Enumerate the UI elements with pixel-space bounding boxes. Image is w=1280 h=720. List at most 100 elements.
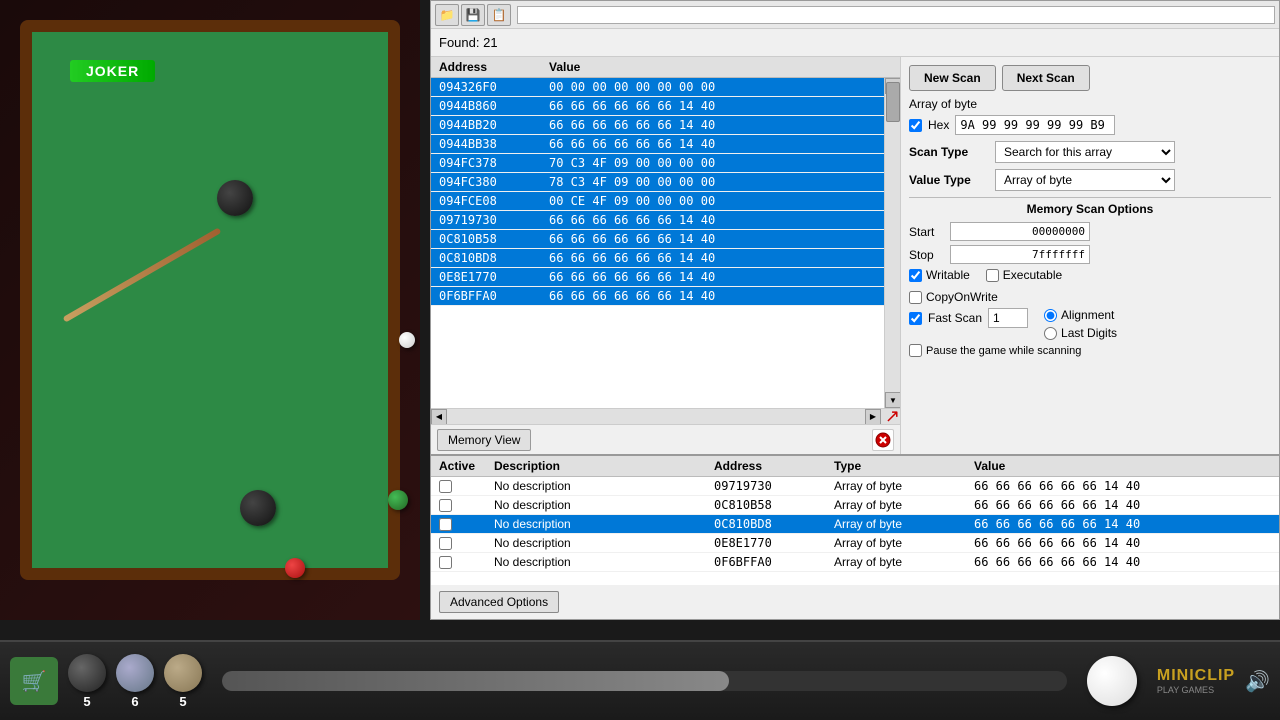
saved-active-cell[interactable]: [439, 518, 494, 531]
game-area: JOKER: [0, 0, 420, 620]
h-scroll-right-btn[interactable]: ▶: [865, 409, 881, 425]
saved-row[interactable]: No description 0E8E1770 Array of byte 66…: [431, 534, 1279, 553]
scan-val-cell: 66 66 66 66 66 66 14 40: [549, 232, 876, 246]
ball-count-2: 6: [131, 694, 138, 709]
saved-active-cell[interactable]: [439, 537, 494, 550]
h-scroll-left-btn[interactable]: ◀: [431, 409, 447, 425]
fast-scan-checkbox[interactable]: [909, 312, 922, 325]
saved-val-cell: 66 66 66 66 66 66 14 40: [974, 555, 1271, 569]
cue-ball-display: [1087, 656, 1137, 706]
saved-row[interactable]: No description 0C810B58 Array of byte 66…: [431, 496, 1279, 515]
saved-table-body[interactable]: No description 09719730 Array of byte 66…: [431, 477, 1279, 585]
found-count: 21: [483, 35, 497, 50]
saved-row[interactable]: No description 09719730 Array of byte 66…: [431, 477, 1279, 496]
ce-bottom: Active Description Address Type Value No…: [431, 454, 1279, 619]
pause-scan-label: Pause the game while scanning: [926, 345, 1081, 357]
taskbar-ball-1: 5: [68, 654, 106, 709]
scroll-thumb[interactable]: [886, 82, 900, 122]
fast-scan-input[interactable]: [988, 308, 1028, 328]
saved-row[interactable]: No description 0F6BFFA0 Array of byte 66…: [431, 553, 1279, 572]
saved-val-cell: 66 66 66 66 66 66 14 40: [974, 479, 1271, 493]
ball-green: [388, 490, 408, 510]
scan-options: New Scan Next Scan Array of byte Hex Sca…: [901, 57, 1279, 454]
saved-active-checkbox[interactable]: [439, 537, 452, 550]
pool-table: JOKER: [20, 20, 400, 580]
pool-table-inner: JOKER: [32, 32, 388, 568]
ce-toolbar: 📁 💾 📋: [431, 1, 1279, 29]
last-digits-radio[interactable]: [1044, 327, 1057, 340]
scan-addr-cell: 09719730: [439, 213, 549, 227]
ce-panel: 📁 💾 📋 Found: 21 Address Value 094326F000…: [430, 0, 1280, 620]
saved-addr-cell: 0F6BFFA0: [714, 555, 834, 569]
scan-row[interactable]: 094FC37870 C3 4F 09 00 00 00 00: [431, 154, 884, 173]
scan-type-select[interactable]: Search for this array: [995, 141, 1175, 163]
stop-scan-btn[interactable]: [872, 429, 894, 451]
ball-icon-1: [68, 654, 106, 692]
copyonwrite-checkbox[interactable]: [909, 291, 922, 304]
alignment-label: Alignment: [1061, 308, 1114, 322]
saved-active-checkbox[interactable]: [439, 518, 452, 531]
taskbar-cart-icon[interactable]: 🛒: [10, 657, 58, 705]
start-input[interactable]: [950, 222, 1090, 241]
toolbar-save-btn[interactable]: 💾: [461, 4, 485, 26]
value-type-label: Value Type: [909, 173, 989, 187]
found-bar: Found: 21: [431, 29, 1279, 57]
writable-checkbox[interactable]: [909, 269, 922, 282]
hex-row: Hex: [909, 115, 1271, 135]
scan-val-cell: 00 00 00 00 00 00 00 00: [549, 80, 876, 94]
scan-addr-cell: 0944B860: [439, 99, 549, 113]
scan-table-body[interactable]: 094326F000 00 00 00 00 00 00 000944B8606…: [431, 78, 884, 408]
scan-row[interactable]: 0F6BFFA066 66 66 66 66 66 14 40: [431, 287, 884, 306]
hex-input[interactable]: [955, 115, 1115, 135]
volume-icon[interactable]: 🔊: [1245, 669, 1270, 694]
new-scan-btn[interactable]: New Scan: [909, 65, 996, 91]
saved-active-cell[interactable]: [439, 499, 494, 512]
saved-active-cell[interactable]: [439, 480, 494, 493]
scan-row[interactable]: 0C810B5866 66 66 66 66 66 14 40: [431, 230, 884, 249]
alignment-radio[interactable]: [1044, 309, 1057, 322]
scan-row[interactable]: 0C810BD866 66 66 66 66 66 14 40: [431, 249, 884, 268]
saved-active-cell[interactable]: [439, 556, 494, 569]
value-type-select[interactable]: Array of byte: [995, 169, 1175, 191]
scan-row[interactable]: 094326F000 00 00 00 00 00 00 00: [431, 78, 884, 97]
scan-addr-cell: 0944BB38: [439, 137, 549, 151]
progress-bar: [222, 671, 729, 691]
saved-row[interactable]: No description 0C810BD8 Array of byte 66…: [431, 515, 1279, 534]
arrow-pointer-icon[interactable]: ↗: [885, 406, 900, 427]
saved-table-header: Active Description Address Type Value: [431, 456, 1279, 477]
ball-red: [285, 558, 305, 578]
scan-row[interactable]: 0944BB2066 66 66 66 66 66 14 40: [431, 116, 884, 135]
saved-active-checkbox[interactable]: [439, 499, 452, 512]
next-scan-btn[interactable]: Next Scan: [1002, 65, 1090, 91]
alignment-radio-row: Alignment: [1044, 308, 1117, 322]
scan-row[interactable]: 094FC38078 C3 4F 09 00 00 00 00: [431, 173, 884, 192]
scan-row[interactable]: 0944BB3866 66 66 66 66 66 14 40: [431, 135, 884, 154]
scan-addr-cell: 0C810B58: [439, 232, 549, 246]
saved-col-val-header: Value: [974, 459, 1271, 473]
toolbar-open-btn[interactable]: 📁: [435, 4, 459, 26]
last-digits-radio-row: Last Digits: [1044, 326, 1117, 340]
saved-desc-cell: No description: [494, 479, 714, 493]
saved-active-checkbox[interactable]: [439, 480, 452, 493]
stop-input[interactable]: [950, 245, 1090, 264]
scan-row[interactable]: 0944B86066 66 66 66 66 66 14 40: [431, 97, 884, 116]
fast-scan-row: Fast Scan: [909, 308, 1028, 328]
memory-scan-options-title: Memory Scan Options: [909, 202, 1271, 216]
executable-checkbox[interactable]: [986, 269, 999, 282]
h-scrollbar[interactable]: ◀ ▶ ↗: [431, 408, 900, 424]
scan-scrollbar[interactable]: ▲ ▼: [884, 78, 900, 408]
saved-active-checkbox[interactable]: [439, 556, 452, 569]
last-digits-label: Last Digits: [1061, 326, 1117, 340]
scan-row[interactable]: 0E8E177066 66 66 66 66 66 14 40: [431, 268, 884, 287]
toolbar-input[interactable]: [517, 6, 1275, 24]
pause-scan-checkbox[interactable]: [909, 344, 922, 357]
saved-type-cell: Array of byte: [834, 479, 974, 493]
hex-checkbox[interactable]: [909, 119, 922, 132]
saved-col-desc-header: Description: [494, 459, 714, 473]
saved-addr-cell: 0C810BD8: [714, 517, 834, 531]
scan-row[interactable]: 0971973066 66 66 66 66 66 14 40: [431, 211, 884, 230]
scan-row[interactable]: 094FCE0800 CE 4F 09 00 00 00 00: [431, 192, 884, 211]
memory-view-btn[interactable]: Memory View: [437, 429, 531, 451]
toolbar-paste-btn[interactable]: 📋: [487, 4, 511, 26]
advanced-options-btn[interactable]: Advanced Options: [439, 591, 559, 613]
